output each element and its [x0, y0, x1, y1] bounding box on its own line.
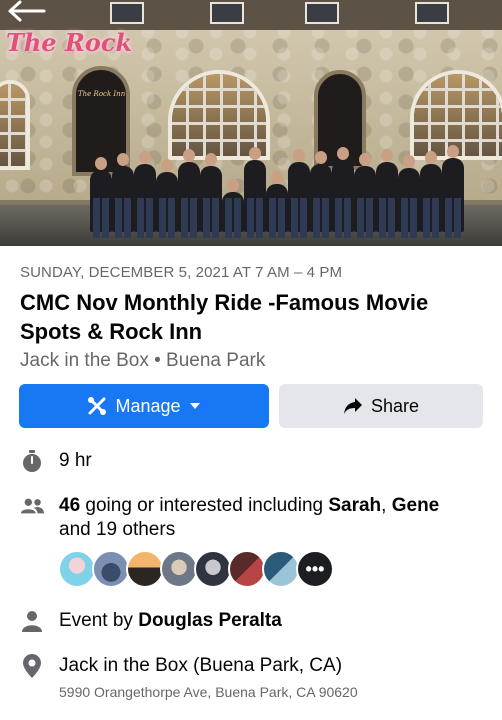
host-row[interactable]: Event by Douglas Peralta: [20, 609, 282, 633]
guest-avatar[interactable]: [228, 550, 266, 588]
guests-summary: 46 going or interested including Sarah, …: [59, 494, 439, 518]
people-icon: [20, 494, 44, 518]
duration-row: 9 hr: [20, 449, 92, 473]
rock-neon-sign: The Rock: [6, 28, 133, 57]
upper-window: [210, 2, 244, 24]
name-separator: ,: [381, 495, 392, 516]
host-prefix: Event by: [59, 610, 139, 631]
event-title: CMC Nov Monthly Ride -Famous Movie Spots…: [20, 290, 429, 344]
roofline: [0, 0, 502, 30]
person-icon: [20, 609, 44, 633]
share-arrow-icon: [343, 398, 362, 414]
location-pin-icon: [20, 654, 44, 678]
others-text: and 19 others: [59, 519, 176, 540]
venue-address[interactable]: 5990 Orangethorpe Ave, Buena Park, CA 90…: [59, 684, 358, 700]
guest-avatar[interactable]: [58, 550, 96, 588]
event-location-summary[interactable]: Jack in the Box • Buena Park: [20, 350, 265, 372]
caret-down-icon: [189, 403, 200, 409]
guest-avatar[interactable]: [262, 550, 300, 588]
wrench-icon: [88, 397, 107, 415]
guest-avatar[interactable]: [126, 550, 164, 588]
guest-avatars[interactable]: •••: [58, 550, 338, 590]
upper-window: [110, 2, 144, 24]
share-button[interactable]: Share: [279, 384, 483, 428]
guest-avatar[interactable]: [92, 550, 130, 588]
going-text: going or interested including: [80, 495, 329, 516]
friend-name[interactable]: Sarah: [328, 495, 381, 516]
back-arrow-icon: [8, 0, 46, 22]
back-button[interactable]: [6, 0, 48, 22]
going-count: 46: [59, 495, 81, 516]
guest-avatar[interactable]: [160, 550, 198, 588]
upper-window: [415, 2, 449, 24]
upper-window: [305, 2, 339, 24]
venue-name: Jack in the Box (Buena Park, CA): [59, 655, 343, 676]
more-guests-avatar[interactable]: •••: [296, 550, 334, 588]
share-label: Share: [370, 395, 420, 416]
arched-window: [0, 80, 30, 170]
host-text: Event by Douglas Peralta: [59, 609, 282, 633]
friend-name[interactable]: Gene: [392, 495, 440, 516]
group-of-riders: [80, 122, 490, 238]
event-datetime: SUNDAY, DECEMBER 5, 2021 AT 7 AM – 4 PM: [20, 264, 343, 281]
host-name[interactable]: Douglas Peralta: [138, 610, 282, 631]
duration-text: 9 hr: [59, 450, 92, 471]
venue-row[interactable]: Jack in the Box (Buena Park, CA): [20, 654, 342, 678]
guest-avatar[interactable]: [194, 550, 232, 588]
manage-label: Manage: [115, 395, 181, 416]
stopwatch-icon: [20, 449, 44, 473]
event-cover-photo[interactable]: The Rock The Rock Inn: [0, 0, 502, 246]
guests-row[interactable]: 46 going or interested including Sarah, …: [20, 494, 439, 518]
door-sign: The Rock Inn: [78, 90, 126, 98]
manage-button[interactable]: Manage: [19, 384, 269, 428]
